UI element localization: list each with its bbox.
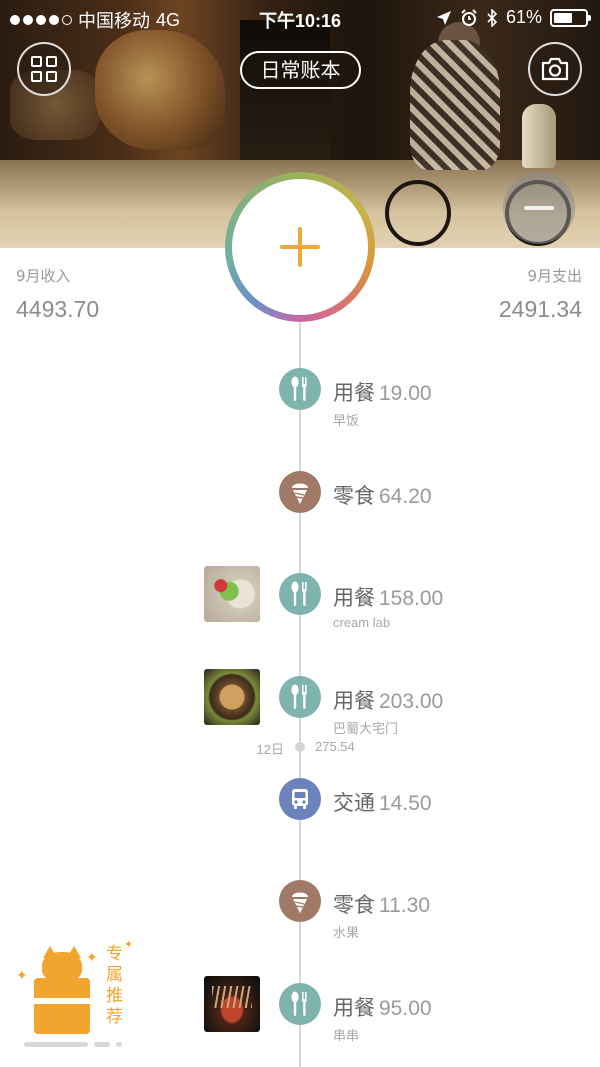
ledger-title-button[interactable]: 日常账本	[240, 51, 361, 89]
fork-spoon-icon	[279, 983, 321, 1025]
entry-category: 零食	[333, 894, 375, 917]
entry-amount: 158.00	[379, 587, 444, 610]
timeline-entry[interactable]: 用餐 158.00 cream lab	[0, 566, 600, 633]
entry-amount: 19.00	[379, 382, 432, 405]
income-label: 9月收入	[16, 267, 71, 285]
fork-spoon-icon	[279, 573, 321, 615]
status-bar: 中国移动 4G 下午10:16 61%	[0, 0, 600, 34]
camera-icon	[541, 57, 569, 81]
timeline-entry[interactable]: 用餐 203.00 巴蜀大宅门	[0, 669, 600, 736]
location-arrow-icon	[436, 10, 451, 25]
battery-icon	[550, 8, 591, 27]
entry-note: cream lab	[333, 615, 391, 630]
expense-label: 9月支出	[527, 267, 582, 285]
menu-grid-button[interactable]	[17, 42, 71, 96]
ice-cream-icon	[279, 471, 321, 513]
exclusive-recommendation-button[interactable]: ✦ ✦ ✦ 专属推荐	[14, 938, 144, 1050]
entry-note: 早饭	[333, 413, 360, 428]
entry-category: 零食	[333, 485, 375, 508]
camera-button[interactable]	[528, 42, 582, 96]
bluetooth-icon	[487, 8, 498, 27]
timeline-entry[interactable]: 用餐 19.00 早饭	[0, 368, 600, 428]
entry-photo[interactable]	[204, 976, 260, 1032]
promo-page-indicator	[24, 1042, 122, 1047]
ice-cream-icon	[279, 880, 321, 922]
entry-amount: 11.30	[379, 894, 430, 917]
grid-icon	[31, 56, 57, 82]
entry-category: 用餐	[333, 382, 375, 405]
timeline-entry[interactable]: 零食 64.20	[0, 471, 600, 531]
entry-amount: 203.00	[379, 690, 444, 713]
entry-photo[interactable]	[204, 566, 260, 622]
entry-amount: 64.20	[379, 485, 432, 508]
entry-note: 水果	[333, 925, 360, 940]
side-handle-button[interactable]	[503, 172, 575, 244]
day-total-marker: 12日 275.54	[0, 739, 600, 757]
promo-text: 专属推荐	[106, 944, 123, 1027]
entry-photo[interactable]	[204, 669, 260, 725]
day-label: 12日	[256, 742, 284, 757]
fork-spoon-icon	[279, 676, 321, 718]
timeline-entry[interactable]: 零食 11.30 水果	[0, 880, 600, 940]
fork-spoon-icon	[279, 368, 321, 410]
day-total: 275.54	[315, 739, 355, 754]
alarm-icon	[461, 8, 477, 26]
timeline-entry[interactable]: 交通 14.50	[0, 778, 600, 838]
battery-percent: 61%	[505, 7, 542, 27]
entry-category: 交通	[333, 792, 375, 815]
entry-category: 用餐	[333, 997, 375, 1020]
entry-amount: 95.00	[379, 997, 432, 1020]
bus-icon	[279, 778, 321, 820]
entry-amount: 14.50	[379, 792, 432, 815]
entry-note: 巴蜀大宅门	[333, 721, 399, 736]
expense-value[interactable]: 2491.34	[499, 296, 582, 323]
entry-category: 用餐	[333, 690, 375, 713]
income-value[interactable]: 4493.70	[16, 296, 99, 323]
day-node-dot	[295, 742, 305, 752]
entry-note: 串串	[333, 1028, 360, 1043]
entry-category: 用餐	[333, 587, 375, 610]
